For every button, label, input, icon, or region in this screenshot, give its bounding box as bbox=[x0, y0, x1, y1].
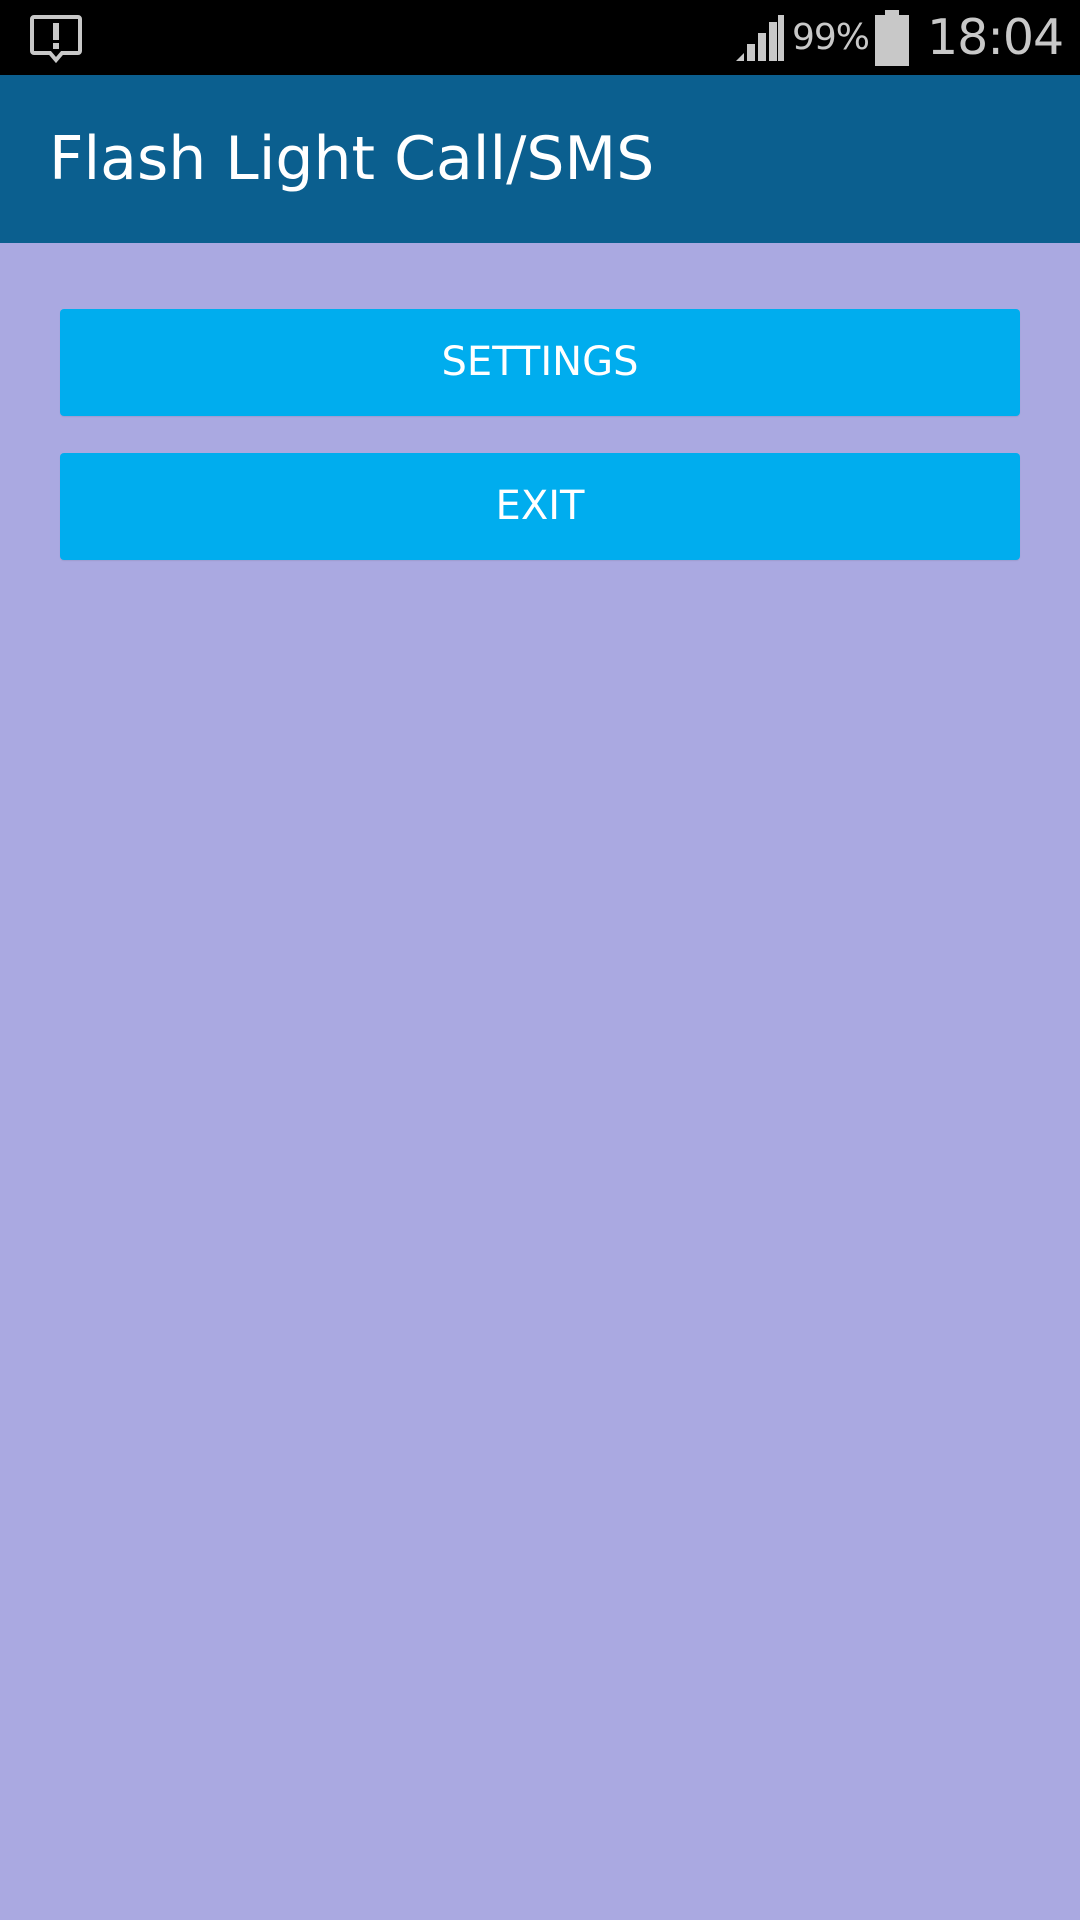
battery-icon bbox=[875, 10, 909, 66]
status-clock: 18:04 bbox=[927, 9, 1064, 66]
app-title: Flash Light Call/SMS bbox=[49, 124, 655, 194]
alert-icon bbox=[30, 15, 82, 64]
status-bar: 99% 18:04 bbox=[0, 0, 1080, 75]
exit-button[interactable]: EXIT bbox=[60, 453, 1020, 560]
signal-icon bbox=[736, 15, 784, 61]
battery-percent: 99% bbox=[792, 17, 870, 58]
settings-button[interactable]: SETTINGS bbox=[60, 309, 1020, 416]
app-bar: Flash Light Call/SMS bbox=[0, 75, 1080, 243]
